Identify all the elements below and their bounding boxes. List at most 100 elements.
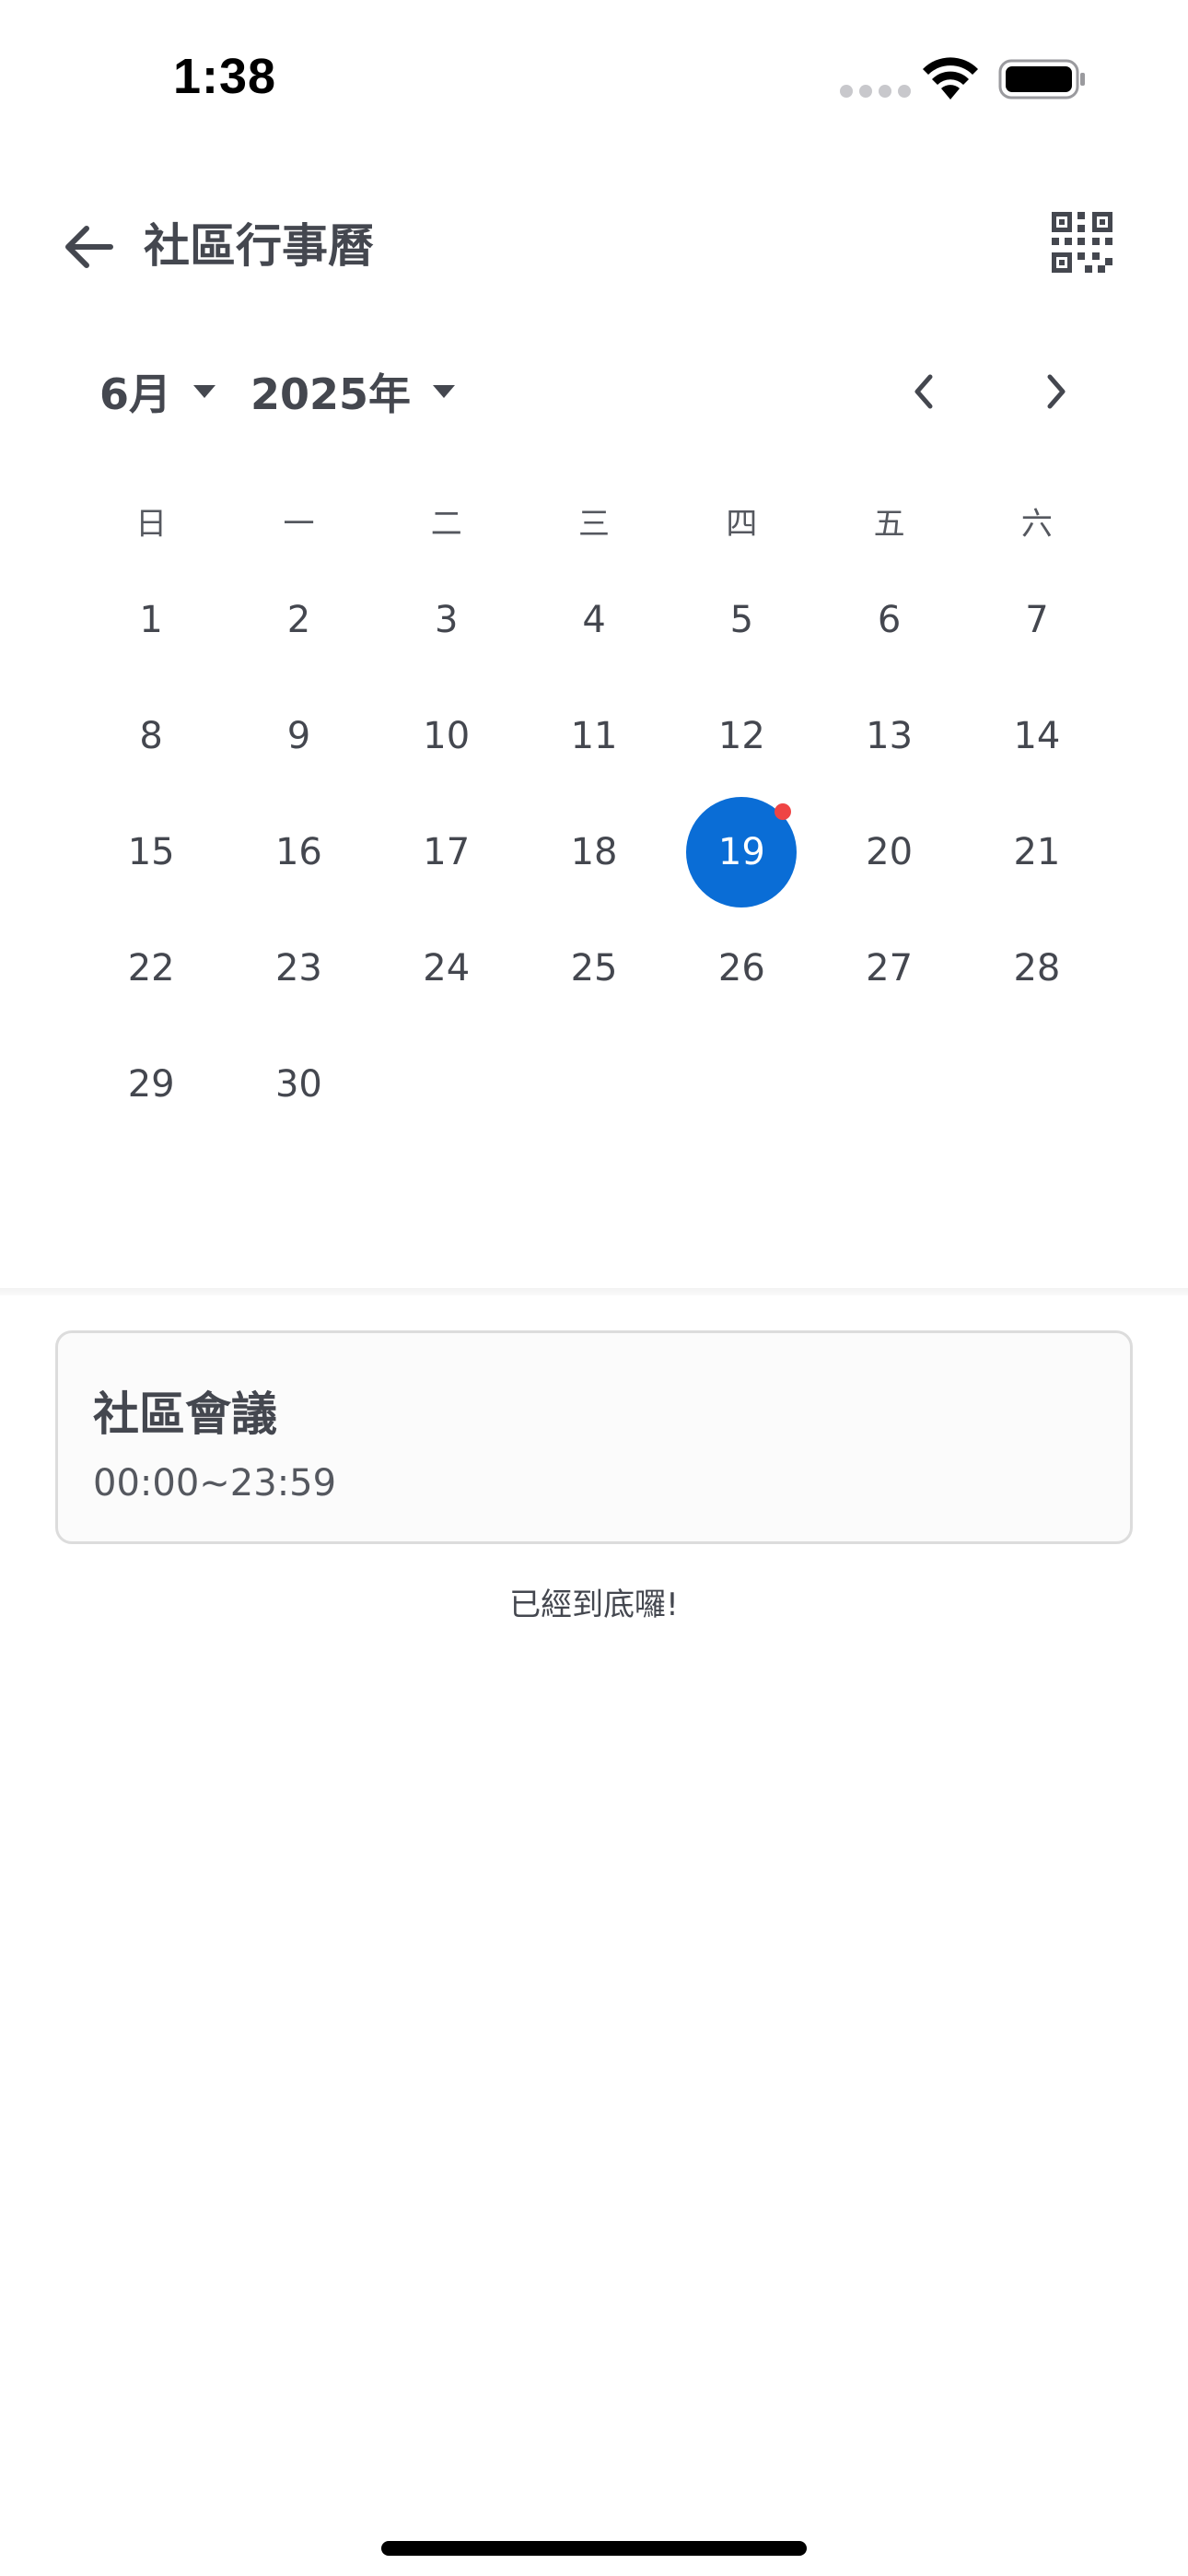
cellular-signal-icon bbox=[840, 85, 911, 98]
weekday-label: 一 bbox=[283, 505, 315, 543]
day-cell[interactable]: 12 bbox=[668, 678, 815, 794]
wifi-icon bbox=[923, 57, 978, 100]
day-cell[interactable]: 4 bbox=[520, 562, 668, 678]
day-number: 7 bbox=[1025, 599, 1049, 641]
day-number: 3 bbox=[435, 599, 459, 641]
day-cell[interactable]: 15 bbox=[77, 794, 225, 910]
day-cell[interactable]: 10 bbox=[373, 678, 520, 794]
day-number: 13 bbox=[866, 715, 914, 757]
chevron-left-icon bbox=[914, 374, 933, 409]
day-cell[interactable]: 18 bbox=[520, 794, 668, 910]
empty-day-cell bbox=[668, 1026, 815, 1142]
weekday-label: 四 bbox=[726, 505, 758, 543]
day-cell[interactable]: 25 bbox=[520, 910, 668, 1026]
event-title: 社區會議 bbox=[93, 1388, 277, 1441]
day-number: 10 bbox=[423, 715, 471, 757]
day-cell[interactable]: 13 bbox=[815, 678, 962, 794]
month-label: 6月 bbox=[99, 369, 172, 419]
day-cell[interactable]: 11 bbox=[520, 678, 668, 794]
qr-code-icon bbox=[1052, 212, 1112, 273]
day-number: 28 bbox=[1013, 947, 1061, 989]
caret-down-icon bbox=[433, 385, 456, 398]
day-number: 9 bbox=[286, 715, 311, 757]
week-row: 22 23 24 25 26 27 28 bbox=[77, 910, 1111, 1026]
day-cell[interactable]: 17 bbox=[373, 794, 520, 910]
day-cell[interactable]: 24 bbox=[373, 910, 520, 1026]
year-label: 2025年 bbox=[250, 369, 412, 419]
day-cell[interactable]: 9 bbox=[225, 678, 372, 794]
day-number: 4 bbox=[582, 599, 606, 641]
day-cell[interactable]: 20 bbox=[815, 794, 962, 910]
week-row: 1 2 3 4 5 6 7 bbox=[77, 562, 1111, 678]
day-number: 20 bbox=[866, 831, 914, 873]
screen: 1:38 社區行事曆 6月 2025年 日 一 二 三 四 五 六 1 2 3 … bbox=[0, 0, 1188, 2576]
weekday-label: 六 bbox=[1020, 505, 1053, 543]
event-card[interactable]: 社區會議 00:00~23:59 bbox=[55, 1330, 1133, 1544]
chevron-right-icon bbox=[1047, 374, 1066, 409]
day-cell[interactable]: 1 bbox=[77, 562, 225, 678]
event-indicator-dot bbox=[775, 803, 792, 820]
day-number: 24 bbox=[423, 947, 471, 989]
app-bar: 社區行事曆 bbox=[0, 184, 1188, 304]
page-title: 社區行事曆 bbox=[144, 219, 374, 273]
day-number: 21 bbox=[1013, 831, 1061, 873]
month-dropdown[interactable]: 6月 bbox=[99, 361, 216, 422]
day-number: 8 bbox=[139, 715, 163, 757]
back-button[interactable] bbox=[52, 210, 125, 284]
status-bar: 1:38 bbox=[0, 0, 1188, 157]
year-dropdown[interactable]: 2025年 bbox=[250, 361, 456, 422]
qr-code-button[interactable] bbox=[1050, 210, 1114, 275]
weekday-label: 二 bbox=[430, 505, 462, 543]
day-number: 17 bbox=[423, 831, 471, 873]
empty-day-cell bbox=[520, 1026, 668, 1142]
calendar-weeks: 1 2 3 4 5 6 7 8 9 10 11 12 13 14 15 16 17 18 19 20 21 22 23 24 2… bbox=[77, 562, 1111, 1142]
day-cell[interactable]: 2 bbox=[225, 562, 372, 678]
month-year-selector: 6月 2025年 bbox=[0, 350, 1188, 433]
day-number: 15 bbox=[127, 831, 175, 873]
week-row: 29 30 bbox=[77, 1026, 1111, 1142]
day-cell-selected[interactable]: 19 bbox=[668, 794, 815, 910]
day-cell[interactable]: 28 bbox=[963, 910, 1111, 1026]
weekday-label: 五 bbox=[873, 505, 905, 543]
day-number: 5 bbox=[729, 599, 754, 641]
day-cell[interactable]: 6 bbox=[815, 562, 962, 678]
day-cell[interactable]: 26 bbox=[668, 910, 815, 1026]
previous-month-button[interactable] bbox=[891, 359, 956, 424]
home-indicator[interactable] bbox=[381, 2541, 807, 2556]
day-cell[interactable]: 5 bbox=[668, 562, 815, 678]
day-number: 25 bbox=[570, 947, 618, 989]
weekday-header: 日一二三四五六 bbox=[77, 479, 1111, 562]
status-time: 1:38 bbox=[173, 49, 277, 104]
day-cell[interactable]: 7 bbox=[963, 562, 1111, 678]
day-cell[interactable]: 21 bbox=[963, 794, 1111, 910]
day-cell[interactable]: 30 bbox=[225, 1026, 372, 1142]
day-number: 11 bbox=[570, 715, 618, 757]
day-number: 18 bbox=[570, 831, 618, 873]
weekday-label: 三 bbox=[578, 505, 611, 543]
day-cell[interactable]: 27 bbox=[815, 910, 962, 1026]
day-cell[interactable]: 23 bbox=[225, 910, 372, 1026]
arrow-left-icon bbox=[65, 226, 113, 268]
day-number: 1 bbox=[139, 599, 163, 641]
end-of-list-message: 已經到底囉! bbox=[509, 1587, 679, 1623]
next-month-button[interactable] bbox=[1024, 359, 1089, 424]
day-number: 12 bbox=[717, 715, 765, 757]
day-number: 29 bbox=[127, 1063, 175, 1106]
day-number: 30 bbox=[274, 1063, 322, 1106]
day-number: 26 bbox=[717, 947, 765, 989]
day-cell[interactable]: 22 bbox=[77, 910, 225, 1026]
day-cell[interactable]: 29 bbox=[77, 1026, 225, 1142]
empty-day-cell bbox=[815, 1026, 962, 1142]
day-number: 22 bbox=[127, 947, 175, 989]
day-cell[interactable]: 16 bbox=[225, 794, 372, 910]
day-cell[interactable]: 3 bbox=[373, 562, 520, 678]
day-number: 6 bbox=[877, 599, 902, 641]
empty-day-cell bbox=[963, 1026, 1111, 1142]
day-cell[interactable]: 14 bbox=[963, 678, 1111, 794]
day-number: 16 bbox=[274, 831, 322, 873]
day-cell[interactable]: 8 bbox=[77, 678, 225, 794]
week-row: 8 9 10 11 12 13 14 bbox=[77, 678, 1111, 794]
day-number: 23 bbox=[274, 947, 322, 989]
weekday-label: 日 bbox=[135, 505, 168, 543]
calendar-grid: 日一二三四五六 1 2 3 4 5 6 7 8 9 10 11 12 13 14 15 16 17 18 19 20 2… bbox=[77, 479, 1111, 1142]
